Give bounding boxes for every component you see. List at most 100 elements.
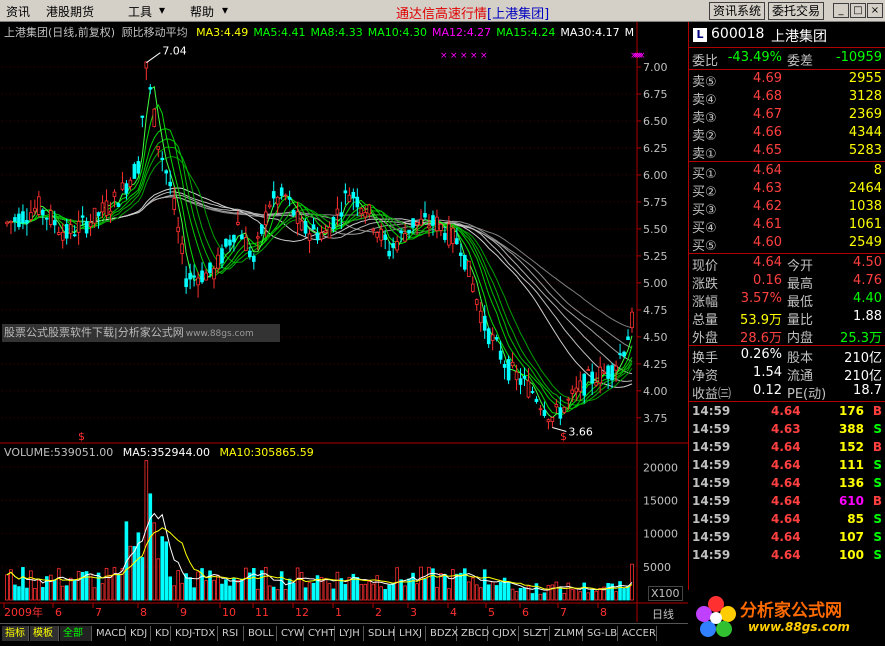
ask-price: 4.67 (753, 107, 782, 122)
bid-row[interactable]: 买② 4.63 2464 (689, 181, 885, 200)
candle-body (80, 215, 85, 218)
candle-body (37, 196, 41, 215)
price-tick-label: 3.75 (643, 412, 668, 425)
brand-logo: 分析家公式网 www.88gs.com (688, 590, 885, 646)
volume-bar (498, 581, 503, 601)
tab-sdlh[interactable]: SDLH (365, 626, 395, 641)
bid-row[interactable]: 买① 4.64 8 (689, 163, 885, 182)
candle-body (602, 371, 606, 374)
tab-kdj[interactable]: KDJ (127, 626, 151, 641)
tab-kd[interactable]: KD (152, 626, 171, 641)
weicha-value: -10959 (835, 50, 882, 65)
minimize-icon[interactable]: _ (833, 3, 849, 18)
tab-zlmm[interactable]: ZLMM (551, 626, 584, 641)
brand-logo-url: www.88gs.com (748, 620, 850, 634)
time-tick-label: 8 (140, 606, 147, 619)
bid-row[interactable]: 买④ 4.61 1061 (689, 217, 885, 236)
candle-body (443, 232, 447, 240)
weibi-value: -43.49% (727, 50, 782, 65)
chart-area[interactable]: 7.00 6.75 6.50 6.25 6.00 5.75 5.50 5.25 5.00 4.75… (0, 22, 688, 622)
signal-marker: × (440, 51, 448, 61)
ask-row[interactable]: 卖① 4.65 5283 (689, 143, 885, 162)
candle-body (478, 310, 483, 324)
ask-row[interactable]: 卖③ 4.67 2369 (689, 107, 885, 126)
fundamental-value: 1.54 (753, 365, 782, 380)
divider (689, 345, 885, 346)
ask-row[interactable]: 卖④ 4.68 3128 (689, 89, 885, 108)
maximize-icon[interactable]: □ (850, 3, 866, 18)
volume-tick-label: 15000 (643, 494, 678, 507)
tab-kdj-tdx[interactable]: KDJ-TDX (172, 626, 218, 641)
volume-bar (116, 573, 121, 601)
trade-time: 14:59 (692, 512, 731, 526)
tab-lyjh[interactable]: LYJH (336, 626, 364, 641)
bid-price: 4.62 (753, 199, 782, 214)
tab-sg-lb[interactable]: SG-LB (584, 626, 618, 641)
candle-body (319, 232, 324, 240)
candle-body (403, 233, 407, 242)
menu-item-tools[interactable]: 工具 (128, 3, 152, 20)
bid-label: 买① (692, 167, 717, 182)
ask-row[interactable]: 卖⑤ 4.69 2955 (689, 71, 885, 90)
trade-row: 14:59 4.64 136 S (689, 476, 885, 494)
trade-row: 14:59 4.63 388 S (689, 422, 885, 440)
trade-flag: B (872, 494, 882, 508)
tab-lhxj[interactable]: LHXJ (396, 626, 426, 641)
stat-value: 0.16 (753, 273, 782, 288)
tab-cyht[interactable]: CYHT (305, 626, 335, 641)
bid-price: 4.64 (753, 163, 782, 178)
tab-模板[interactable]: 模板 (30, 626, 59, 641)
menu-item-news[interactable]: 资讯 (6, 3, 30, 20)
candle-body (228, 239, 232, 246)
close-icon[interactable]: × (867, 3, 883, 18)
candle-body (526, 380, 531, 398)
trade-flag: S (873, 422, 882, 436)
volume-bar (463, 568, 467, 601)
tab-boll[interactable]: BOLL (245, 626, 277, 641)
tab-rsi[interactable]: RSI (219, 626, 244, 641)
menu-item-hk-futures[interactable]: 港股期货 (46, 3, 94, 20)
candle-body (423, 213, 427, 218)
tab-指标[interactable]: 指标 (2, 626, 29, 641)
trade-entrust-button[interactable]: 委托交易 (768, 2, 825, 20)
ask-label: 卖④ (692, 93, 717, 108)
candle-body (256, 236, 260, 239)
tab-cjdx[interactable]: CJDX (489, 626, 519, 641)
candle-body (208, 262, 212, 273)
trade-volume: 85 (847, 512, 864, 526)
tab-accer[interactable]: ACCER (619, 626, 657, 641)
volume-tick-label: 20000 (643, 461, 678, 474)
tab-bdzx[interactable]: BDZX (427, 626, 458, 641)
ask-price: 4.66 (753, 125, 782, 140)
candle-body (343, 190, 348, 194)
candle-body (116, 203, 121, 207)
volume-bar (423, 578, 427, 601)
tab-cyw[interactable]: CYW (278, 626, 304, 641)
candle-body (212, 268, 216, 280)
tab-全部[interactable]: 全部 (60, 626, 92, 641)
news-system-button[interactable]: 资讯系统 (709, 2, 766, 20)
menu-item-help[interactable]: 帮助 (190, 3, 214, 20)
candle-body (283, 194, 288, 197)
bid-row[interactable]: 买③ 4.62 1038 (689, 199, 885, 218)
bid-volume: 1038 (848, 199, 882, 214)
kline-chart[interactable]: 7.00 6.75 6.50 6.25 6.00 5.75 5.50 5.25 5.00 4.75… (0, 22, 688, 622)
tab-slzt[interactable]: SLZT (520, 626, 550, 641)
tab-zbcd[interactable]: ZBCD (458, 626, 489, 641)
time-tick-label: 4 (450, 606, 457, 619)
candle-body (216, 254, 220, 269)
volume-bar (13, 584, 17, 601)
candle-body (371, 228, 376, 232)
tab-macd[interactable]: MACD (93, 626, 126, 641)
candle-body (124, 183, 129, 194)
quote-panel: L 600018 上港集团 委比 -43.49% 委差 -10959 卖⑤ 4.69 295… (688, 22, 885, 590)
bid-volume: 1061 (848, 217, 882, 232)
stat-label: 内盘 (787, 331, 814, 346)
ask-row[interactable]: 卖② 4.66 4344 (689, 125, 885, 144)
volume-bar (21, 567, 25, 601)
volume-bar (387, 584, 391, 601)
period-label[interactable]: 日线 (652, 606, 674, 622)
candle-body (618, 353, 622, 356)
price-tick-label: 7.00 (643, 61, 668, 74)
bid-row[interactable]: 买⑤ 4.60 2549 (689, 235, 885, 254)
